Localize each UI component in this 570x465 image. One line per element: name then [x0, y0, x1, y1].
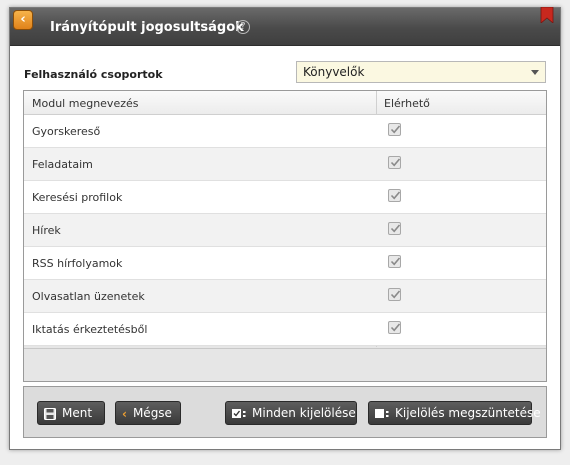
permissions-dialog: ‹ Irányítópult jogosultságok ? Felhaszná… [9, 7, 561, 450]
checkmark-icon [390, 191, 401, 200]
table-row[interactable]: Olvasatlan üzenetek [24, 280, 546, 313]
checkmark-icon [390, 158, 401, 167]
deselect-all-button[interactable]: Kijelölés megszüntetése [368, 401, 541, 425]
save-button-label: Ment [62, 406, 93, 420]
cancel-button-label: Mégse [132, 406, 172, 420]
module-name: RSS hírfolyamok [32, 257, 123, 270]
module-permissions-grid: Modul megnevezés Elérhető Gyorskereső Fel… [23, 90, 547, 382]
checkbox-unchecked-icon [375, 408, 389, 418]
column-header-module[interactable]: Modul megnevezés [32, 97, 138, 110]
table-row[interactable]: Hírek [24, 214, 546, 247]
available-checkbox[interactable] [388, 156, 401, 169]
chevron-down-icon [531, 70, 539, 75]
checkmark-icon [390, 323, 401, 332]
table-row[interactable]: Gyorskereső [24, 115, 546, 148]
user-group-label: Felhasználó csoportok [24, 68, 163, 81]
select-all-button[interactable]: Minden kijelölése [225, 401, 357, 425]
user-group-select[interactable]: Könyvelők [296, 61, 546, 83]
module-name: Iktatás érkeztetésből [32, 323, 148, 336]
grid-footer [24, 348, 546, 381]
column-header-available[interactable]: Elérhető [384, 97, 430, 110]
checkmark-icon [390, 125, 401, 134]
bookmark-icon[interactable] [539, 7, 555, 23]
checkmark-icon [390, 290, 401, 299]
deselect-all-label: Kijelölés megszüntetése [395, 406, 541, 420]
title-bar: ‹ Irányítópult jogosultságok ? [10, 7, 560, 46]
save-button[interactable]: Ment [37, 401, 105, 425]
floppy-disk-icon [44, 407, 56, 420]
dialog-title: Irányítópult jogosultságok [50, 20, 244, 35]
available-checkbox[interactable] [388, 321, 401, 334]
table-row[interactable]: Iktatás érkeztetésből [24, 313, 546, 346]
checkbox-checked-icon [232, 408, 246, 418]
checkmark-icon [390, 224, 401, 233]
action-toolbar: Ment ‹ Mégse Minden kijelölése Kijelölés … [23, 386, 547, 438]
checkmark-icon [390, 257, 401, 266]
select-all-label: Minden kijelölése [252, 406, 356, 420]
module-name: Feladataim [32, 158, 93, 171]
help-icon[interactable]: ? [236, 20, 250, 34]
module-name: Gyorskereső [32, 125, 101, 138]
module-name: Olvasatlan üzenetek [32, 290, 145, 303]
user-group-selected-value: Könyvelők [303, 65, 365, 79]
table-row[interactable]: Keresési profilok [24, 181, 546, 214]
table-row[interactable]: Feladataim [24, 148, 546, 181]
available-checkbox[interactable] [388, 123, 401, 136]
back-button[interactable]: ‹ [13, 10, 33, 30]
grid-body: Gyorskereső Feladataim Keresési profilok Hí… [24, 115, 546, 346]
chevron-left-icon: ‹ [122, 406, 127, 421]
module-name: Keresési profilok [32, 191, 123, 204]
available-checkbox[interactable] [388, 255, 401, 268]
grid-header: Modul megnevezés Elérhető [24, 91, 546, 115]
cancel-button[interactable]: ‹ Mégse [115, 401, 181, 425]
available-checkbox[interactable] [388, 189, 401, 202]
chevron-left-icon: ‹ [20, 12, 26, 27]
module-name: Hírek [32, 224, 61, 237]
available-checkbox[interactable] [388, 288, 401, 301]
available-checkbox[interactable] [388, 222, 401, 235]
table-row[interactable]: RSS hírfolyamok [24, 247, 546, 280]
